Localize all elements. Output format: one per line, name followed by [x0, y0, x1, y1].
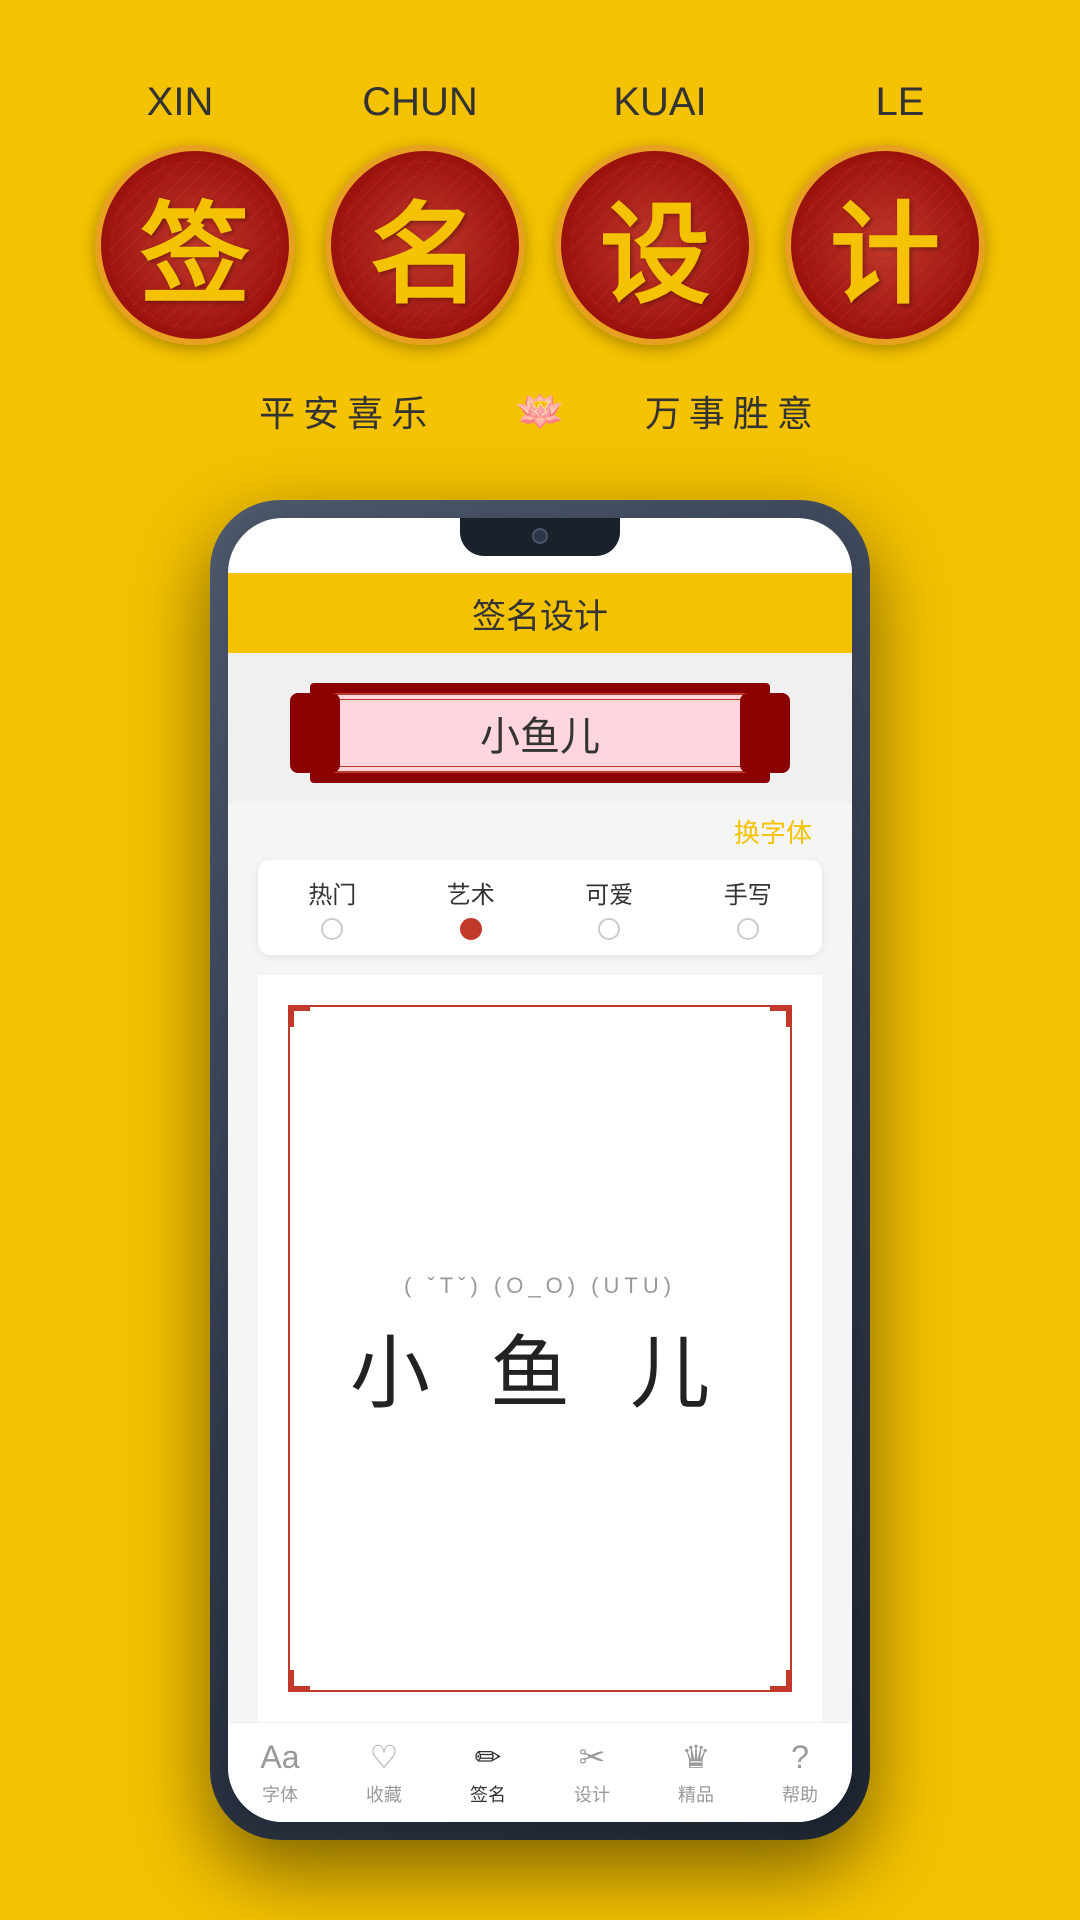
nav-help-label: 帮助 — [782, 1781, 818, 1807]
pinyin-chun: CHUN — [330, 80, 510, 125]
nav-help-icon: ? — [791, 1739, 809, 1776]
scroll-body: 小鱼儿 — [320, 693, 760, 773]
sig-content: ( ˇTˇ) (O_O) (UTU) 小 鱼 儿 — [258, 975, 822, 1722]
change-font-button[interactable]: 换字体 — [734, 813, 812, 850]
phone-mockup: 傍晚6:33 ▪▪▪ WiFi ▮▮▮ 签名设计 — [210, 500, 870, 1840]
change-font-row: 换字体 — [228, 803, 852, 860]
nav-font[interactable]: Aa 字体 — [228, 1739, 332, 1807]
pinyin-xin: XIN — [90, 80, 270, 125]
nav-signature-label: 签名 — [470, 1781, 506, 1807]
nav-premium[interactable]: ♛ 精品 — [644, 1738, 748, 1807]
nav-signature[interactable]: ✏ 签名 — [436, 1738, 540, 1807]
subtitle-right: 万事胜意 — [645, 385, 821, 437]
nav-design-label: 设计 — [574, 1781, 610, 1807]
pinyin-row: XIN CHUN KUAI LE — [90, 80, 990, 125]
char-ji: 计 — [830, 165, 940, 325]
nav-favorites[interactable]: ♡ 收藏 — [332, 1738, 436, 1807]
signal-icon: ▮▮▮ — [792, 539, 822, 560]
status-time: 傍晚6:33 — [258, 534, 346, 566]
sig-name: 小 鱼 儿 — [350, 1309, 730, 1425]
nav-design[interactable]: ✂ 设计 — [540, 1738, 644, 1807]
phone-camera — [532, 528, 548, 544]
status-icons: ▪▪▪ WiFi ▮▮▮ — [721, 539, 822, 560]
app-content: 签名设计 小鱼儿 换字体 — [228, 573, 852, 1822]
scroll-right-cap — [740, 693, 790, 773]
nav-premium-icon: ♛ — [682, 1738, 711, 1776]
phone-outer: 傍晚6:33 ▪▪▪ WiFi ▮▮▮ 签名设计 — [210, 500, 870, 1840]
battery-icon: ▪▪▪ — [721, 539, 740, 560]
scroll-container: 小鱼儿 — [228, 653, 852, 803]
wifi-icon: WiFi — [748, 539, 784, 560]
phone-notch — [460, 518, 620, 556]
tab-handwrite[interactable]: 手写 — [684, 875, 813, 940]
tab-handwrite-dot — [737, 918, 759, 940]
tab-hot-dot — [321, 918, 343, 940]
tab-art-dot — [460, 918, 482, 940]
pinyin-le: LE — [810, 80, 990, 125]
subtitle-row: 平安喜乐 🪷 万事胜意 — [259, 385, 821, 437]
nav-font-label: 字体 — [262, 1781, 298, 1807]
char-she: 设 — [600, 165, 710, 325]
phone-inner: 傍晚6:33 ▪▪▪ WiFi ▮▮▮ 签名设计 — [228, 518, 852, 1822]
nav-premium-label: 精品 — [678, 1781, 714, 1807]
tab-art-label: 艺术 — [447, 875, 495, 910]
pinyin-kuai: KUAI — [570, 80, 750, 125]
tab-cute-dot — [598, 918, 620, 940]
tab-hot[interactable]: 热门 — [268, 875, 397, 940]
tab-cute-label: 可爱 — [585, 875, 633, 910]
char-ming: 名 — [370, 165, 480, 325]
scroll-banner: 小鱼儿 — [290, 683, 790, 783]
nav-design-icon: ✂ — [579, 1738, 606, 1776]
bottom-nav: Aa 字体 ♡ 收藏 ✏ 签名 ✂ 设计 — [228, 1722, 852, 1822]
nav-font-icon: Aa — [260, 1739, 299, 1776]
char-qian: 签 — [140, 165, 250, 325]
font-tabs[interactable]: 热门 艺术 可爱 手写 — [258, 860, 822, 955]
circles-row: 签 名 设 计 — [95, 145, 985, 345]
scroll-name: 小鱼儿 — [480, 704, 600, 762]
nav-favorites-icon: ♡ — [370, 1738, 399, 1776]
nav-favorites-label: 收藏 — [366, 1781, 402, 1807]
app-title: 签名设计 — [472, 589, 608, 638]
signature-preview: ( ˇTˇ) (O_O) (UTU) 小 鱼 儿 — [258, 975, 822, 1722]
scroll-left-cap — [290, 693, 340, 773]
tab-handwrite-label: 手写 — [724, 875, 772, 910]
app-header: 签名设计 — [228, 573, 852, 653]
nav-signature-icon: ✏ — [475, 1738, 502, 1776]
nav-help[interactable]: ? 帮助 — [748, 1739, 852, 1807]
subtitle-left: 平安喜乐 — [259, 385, 435, 437]
circle-ji: 计 — [785, 145, 985, 345]
circle-she: 设 — [555, 145, 755, 345]
circle-qian: 签 — [95, 145, 295, 345]
tab-art[interactable]: 艺术 — [407, 875, 536, 940]
lotus-icon: 🪷 — [515, 388, 565, 435]
sig-annotation: ( ˇTˇ) (O_O) (UTU) — [404, 1273, 676, 1299]
tab-cute[interactable]: 可爱 — [545, 875, 674, 940]
tab-hot-label: 热门 — [308, 875, 356, 910]
top-section: XIN CHUN KUAI LE 签 名 设 计 平安喜乐 🪷 万事胜意 — [0, 0, 1080, 437]
circle-ming: 名 — [325, 145, 525, 345]
